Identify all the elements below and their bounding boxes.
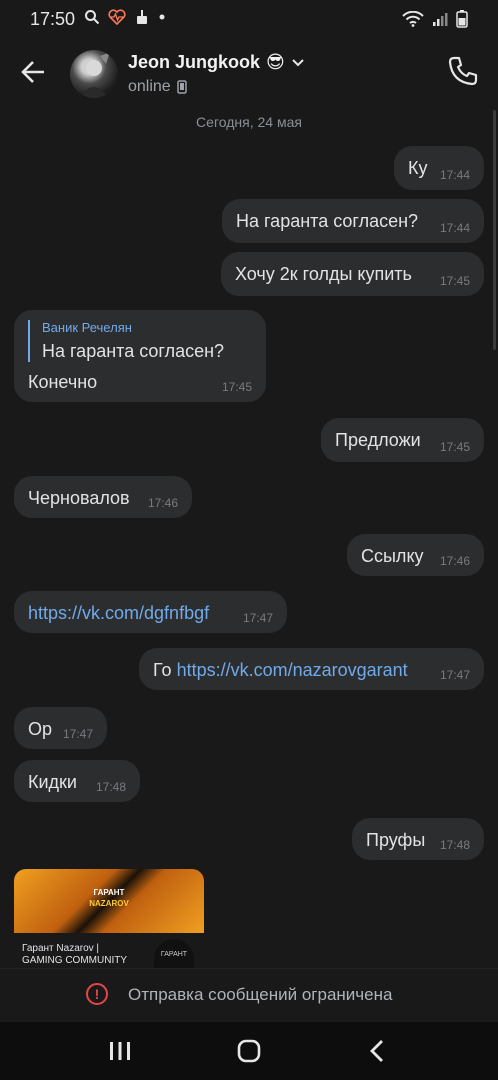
avatar-image — [80, 52, 110, 98]
contact-emoji: 😎 — [266, 52, 285, 72]
message-outgoing[interactable]: Пруфы 17:48 — [352, 818, 484, 860]
cleaner-icon — [137, 10, 147, 24]
signal-icon — [433, 13, 448, 26]
status-bar: 17:50 — [0, 0, 498, 38]
date-divider: Сегодня, 24 мая — [196, 114, 302, 130]
recent-apps-icon[interactable] — [104, 1036, 136, 1066]
message-time: 17:47 — [62, 727, 93, 741]
chevron-down-icon[interactable] — [291, 58, 305, 68]
heart-rate-icon — [108, 9, 126, 25]
chat-header: Jeon Jungkook 😎 online — [0, 38, 498, 110]
message-text: Черновалов — [28, 488, 130, 508]
message-time: 17:48 — [439, 838, 470, 852]
message-outgoing[interactable]: Предложи 17:45 — [321, 418, 484, 462]
message-incoming[interactable]: Черновалов 17:46 — [14, 476, 192, 518]
message-outgoing[interactable]: На гаранта согласен? 17:44 — [222, 199, 484, 243]
status-left-icons — [84, 9, 166, 25]
message-link[interactable]: https://vk.com/nazarovgarant — [177, 660, 408, 680]
message-incoming[interactable]: Ор 17:47 — [14, 707, 107, 749]
message-time: 17:44 — [439, 168, 470, 182]
message-text: Ссылку — [361, 546, 424, 566]
message-text: Хочу 2к голды купить — [235, 264, 412, 284]
message-time: 17:48 — [95, 780, 126, 794]
reply-quote[interactable]: Ваник Речелян На гаранта согласен? — [28, 320, 224, 362]
message-link[interactable]: https://vk.com/dgfnfbgf — [28, 603, 209, 624]
message-time: 17:47 — [242, 611, 273, 625]
message-text: Ку — [408, 158, 428, 178]
brand-line-1: ГАРАНТ — [93, 888, 125, 897]
mobile-icon — [176, 80, 187, 94]
search-icon — [85, 10, 100, 25]
avatar[interactable] — [70, 50, 118, 98]
message-time: 17:45 — [439, 274, 470, 288]
brand-line-2: NAZAROV — [89, 899, 129, 908]
message-text: Конечно — [28, 372, 98, 392]
message-text: Ор — [28, 719, 53, 739]
link-preview-logo: ГАРАНТ — [154, 939, 194, 969]
message-time: 17:47 — [439, 668, 470, 682]
link-preview-image[interactable]: ГАРАНТ NAZAROV — [14, 869, 204, 933]
wifi-icon — [402, 11, 424, 27]
warning-icon: ! — [86, 983, 108, 1005]
message-outgoing[interactable]: Хочу 2к голды купить 17:45 — [221, 252, 484, 296]
message-time: 17:44 — [439, 221, 470, 235]
contact-name[interactable]: Jeon Jungkook 😎 — [128, 52, 305, 73]
scrollbar[interactable] — [493, 110, 496, 350]
message-incoming-reply[interactable]: Ваник Речелян На гаранта согласен? Конеч… — [14, 310, 266, 402]
contact-status-text: online — [128, 78, 171, 95]
message-text: На гаранта согласен? — [236, 211, 419, 231]
message-time: 17:46 — [147, 496, 178, 510]
reply-text: На гаранта согласен? — [42, 341, 225, 361]
message-time: 17:46 — [439, 554, 470, 568]
back-arrow-icon[interactable] — [16, 54, 52, 90]
reply-author: Ваник Речелян — [42, 320, 132, 335]
status-right-icons — [402, 10, 468, 28]
dot-icon — [159, 14, 165, 20]
link-preview-card[interactable]: ГАРАНТ NAZAROV Гарант Nazarov | GAMING C… — [14, 869, 204, 969]
status-time: 17:50 — [30, 9, 76, 29]
phone-icon[interactable] — [446, 54, 480, 88]
link-preview-logo-text: ГАРАНТ — [160, 951, 188, 958]
restricted-label: Отправка сообщений ограничена — [128, 985, 393, 1004]
chat-screen: 17:50 Jeon Jungkook 😎 online Сегодня, 24… — [0, 0, 498, 1080]
message-outgoing[interactable]: Ку 17:44 — [394, 146, 484, 190]
contact-status: online — [128, 78, 187, 96]
message-prefix: Го — [153, 660, 177, 680]
message-text: Пруфы — [366, 830, 426, 850]
message-time: 17:45 — [439, 440, 470, 454]
message-incoming[interactable]: https://vk.com/dgfnfbgf 17:47 — [14, 591, 287, 633]
message-time: 17:45 — [221, 380, 252, 394]
message-outgoing[interactable]: Ссылку 17:46 — [347, 534, 484, 576]
link-preview-title: Гарант Nazarov | GAMING COMMUNITY — [22, 943, 127, 966]
back-nav-icon[interactable] — [362, 1036, 394, 1066]
message-outgoing[interactable]: Го https://vk.com/nazarovgarant 17:47 — [139, 648, 484, 690]
message-incoming[interactable]: Кидки 17:48 — [14, 760, 140, 802]
navigation-bar — [0, 1022, 498, 1080]
home-icon[interactable] — [233, 1036, 265, 1066]
link-preview-brand: ГАРАНТ NAZAROV — [14, 887, 204, 909]
battery-icon — [456, 10, 468, 28]
message-text: Го https://vk.com/nazarovgarant — [153, 660, 408, 681]
restricted-bar: ! Отправка сообщений ограничена — [0, 968, 498, 1023]
message-text: Кидки — [28, 772, 77, 792]
contact-name-text: Jeon Jungkook — [128, 52, 261, 72]
message-text: Предложи — [335, 430, 421, 450]
